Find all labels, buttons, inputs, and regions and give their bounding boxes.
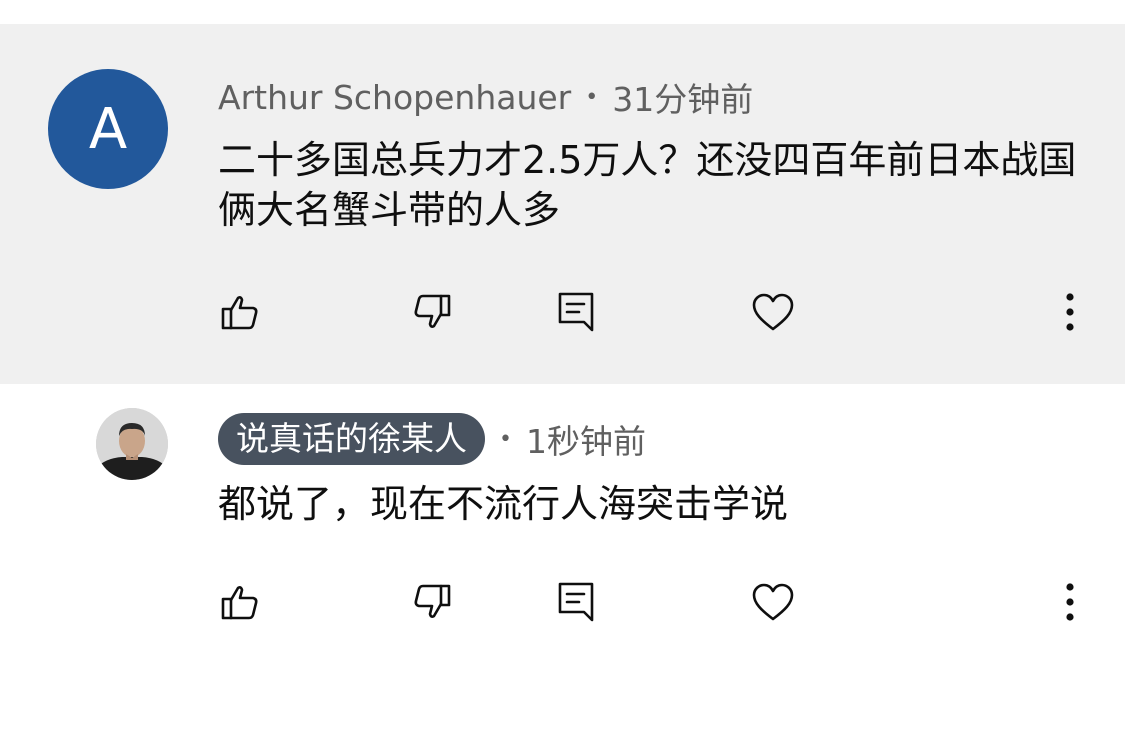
more-options-button[interactable]: [1046, 288, 1094, 336]
separator-dot: •: [585, 84, 599, 110]
dislike-button[interactable]: [408, 578, 456, 626]
avatar[interactable]: [96, 408, 168, 480]
comment-text: 都说了，现在不流行人海突击学说: [218, 482, 789, 526]
dislike-button[interactable]: [408, 288, 456, 336]
avatar-photo-icon: [96, 408, 168, 480]
avatar[interactable]: A: [48, 69, 168, 189]
like-icon: [221, 586, 258, 620]
heart-icon: [752, 293, 794, 331]
more-icon: [1066, 583, 1074, 621]
reply-button[interactable]: [552, 288, 600, 336]
reply-icon: [558, 582, 594, 622]
dislike-icon: [414, 294, 451, 328]
separator-dot: •: [499, 426, 512, 452]
author-name[interactable]: Arthur Schopenhauer: [218, 78, 571, 117]
comment-header: 说真话的徐某人 • 1秒钟前: [218, 413, 646, 465]
author-name-chip[interactable]: 说真话的徐某人: [218, 413, 485, 465]
heart-button[interactable]: [749, 288, 797, 336]
heart-button[interactable]: [749, 578, 797, 626]
like-button[interactable]: [216, 288, 264, 336]
comment-timestamp: 1秒钟前: [525, 422, 646, 461]
comment-text: 二十多国总兵力才2.5万人？还没四百年前日本战国俩大名蟹斗带的人多: [218, 138, 1077, 232]
heart-icon: [752, 583, 794, 621]
dislike-icon: [414, 584, 451, 618]
comment-timestamp: 31分钟前: [612, 80, 754, 119]
avatar-letter: A: [88, 96, 128, 162]
like-icon: [221, 296, 258, 330]
reply-icon: [558, 292, 594, 332]
comment-item: 说真话的徐某人 • 1秒钟前 都说了，现在不流行人海突击学说: [0, 384, 1125, 750]
more-options-button[interactable]: [1046, 578, 1094, 626]
comment-item: A Arthur Schopenhauer • 31分钟前 二十多国总兵力才2.…: [0, 24, 1125, 384]
comment-header: Arthur Schopenhauer • 31分钟前: [218, 74, 753, 120]
reply-button[interactable]: [552, 578, 600, 626]
more-icon: [1066, 293, 1074, 331]
like-button[interactable]: [216, 578, 264, 626]
